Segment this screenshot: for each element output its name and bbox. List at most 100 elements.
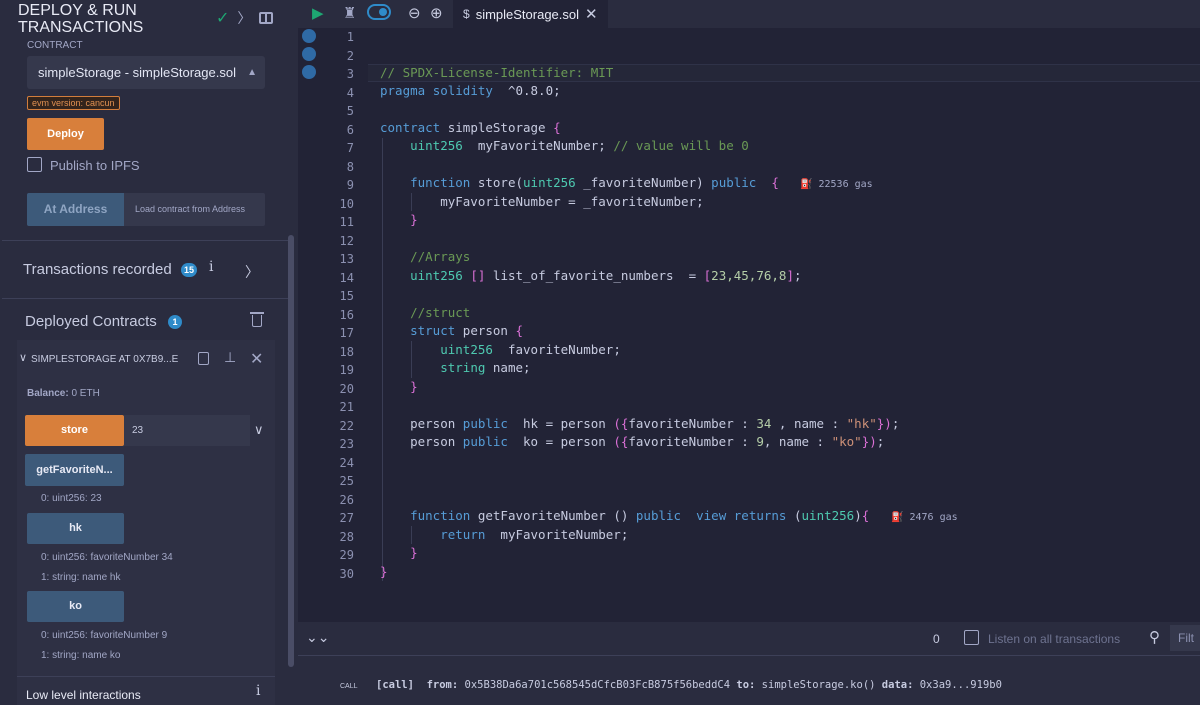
plugin-title: DEPLOY & RUN TRANSACTIONS [18, 2, 144, 36]
chevron-right-icon[interactable]: 〉 [245, 262, 259, 282]
code-line: uint256 myFavoriteNumber; // value will … [410, 138, 749, 153]
publish-ipfs-label: Publish to IPFS [50, 158, 140, 173]
function-output: 1: string: name hk [41, 572, 121, 583]
toggle-icon[interactable] [367, 4, 391, 20]
terminal-log-line[interactable]: [call] from: 0x5B38Da6a701c568545dCfcB03… [376, 679, 1002, 691]
line-number: 5 [346, 104, 354, 118]
code-line: string name; [440, 360, 531, 375]
search-icon[interactable]: ⚲ [1149, 628, 1160, 646]
listen-label: Listen on all transactions [988, 632, 1121, 646]
breakpoint-marker[interactable] [302, 47, 316, 61]
line-number: 6 [346, 122, 354, 137]
line-number: 30 [339, 566, 354, 581]
line-number: 4 [346, 85, 354, 100]
chevron-right-icon[interactable]: 〉 [237, 8, 251, 28]
panel-toggle-icon[interactable] [259, 12, 274, 24]
transactions-recorded-label[interactable]: Transactions recorded [23, 261, 172, 278]
scrollbar[interactable] [288, 235, 294, 667]
line-number: 16 [339, 307, 354, 322]
info-icon[interactable]: i [209, 259, 213, 275]
robot-icon[interactable]: ♜ [343, 4, 356, 22]
at-address-group: At Address Load contract from Address [27, 193, 265, 226]
code-line: // SPDX-License-Identifier: MIT [380, 65, 614, 80]
run-icon[interactable]: ▶ [312, 4, 324, 22]
filter-input[interactable]: Filt [1170, 625, 1200, 651]
code-editor[interactable]: 1 2 3 4 5 6 7 8 9 10 11 12 13 14 15 16 17 18 19 20 21 22 23 24 2… [298, 28, 1200, 622]
hk-button[interactable]: hk [27, 513, 124, 544]
terminal-panel: ⌄⌄ 0 Listen on all transactions ⚲ Filt C… [298, 622, 1200, 705]
divider [2, 240, 288, 241]
terminal-toolbar: ⌄⌄ 0 Listen on all transactions ⚲ Filt [298, 622, 1200, 656]
code-line: uint256 favoriteNumber; [440, 342, 621, 357]
code-line: myFavoriteNumber = _favoriteNumber; [380, 194, 704, 209]
code-line: function store(uint256 _favoriteNumber) … [410, 175, 779, 190]
line-number: 9 [346, 178, 354, 192]
store-button[interactable]: store [25, 415, 124, 446]
divider [2, 298, 288, 299]
plugin-header-icons: ✓ 〉 [216, 8, 274, 28]
instance-title[interactable]: SIMPLESTORAGE AT 0X7B9...E [31, 354, 178, 365]
code-line: //struct [410, 305, 471, 320]
tab-simple-storage[interactable]: $ simpleStorage.sol ✕ [453, 0, 608, 28]
line-number: 22 [339, 418, 354, 433]
code-line: } [380, 564, 388, 579]
pin-icon[interactable]: ⊥ [224, 349, 236, 366]
code-line: pragma solidity ^0.8.0; [380, 83, 561, 98]
select-arrows-icon: ▲ [247, 67, 257, 78]
editor-toolbar: ▶ ♜ ⊖ ⊕ $ simpleStorage.sol ✕ [298, 0, 1200, 28]
line-number: 2 [346, 48, 354, 63]
gas-estimate-get: ⛽ 2476 gas [891, 512, 958, 523]
code-line: contract simpleStorage { [380, 120, 561, 135]
chevron-down-icon[interactable]: ∨ [254, 422, 264, 438]
at-address-button[interactable]: At Address [27, 193, 124, 226]
function-output: 0: uint256: 23 [41, 493, 102, 504]
code-line: //Arrays [410, 249, 471, 264]
line-number: 7 [346, 141, 354, 155]
line-number: 13 [339, 252, 354, 266]
load-contract-input[interactable]: Load contract from Address [135, 193, 245, 226]
line-number: 24 [339, 455, 354, 470]
deploy-button[interactable]: Deploy [27, 118, 104, 150]
line-number: 1 [346, 30, 354, 44]
chevron-down-icon[interactable]: ∨ [19, 351, 27, 364]
solidity-icon: $ [463, 7, 470, 21]
store-input[interactable]: 23 [124, 415, 250, 446]
line-number: 26 [339, 492, 354, 507]
line-number: 3 [346, 67, 354, 81]
balance-row: Balance: 0 ETH [27, 388, 100, 399]
get-favorite-number-button[interactable]: getFavoriteN... [25, 454, 124, 486]
breakpoint-marker[interactable] [302, 29, 316, 43]
zoom-in-icon[interactable]: ⊕ [430, 4, 443, 22]
contract-select[interactable]: simpleStorage - simpleStorage.sol ▲ [27, 56, 265, 89]
trash-icon[interactable] [250, 312, 264, 327]
code-line: } [410, 212, 418, 227]
code-line: } [410, 379, 418, 394]
info-icon[interactable]: i [256, 683, 260, 699]
check-icon: ✓ [216, 10, 230, 27]
line-number: 8 [346, 159, 354, 174]
evm-version-badge: evm version: cancun [27, 96, 120, 110]
close-icon[interactable]: ✕ [250, 349, 263, 369]
listen-checkbox[interactable] [964, 630, 979, 645]
line-number: 14 [339, 270, 354, 285]
code-line: } [410, 545, 418, 560]
double-chevron-down-icon[interactable]: ⌄⌄ [306, 629, 329, 646]
zoom-out-icon[interactable]: ⊖ [408, 4, 421, 22]
line-number: 18 [339, 344, 354, 359]
publish-ipfs-checkbox[interactable] [27, 157, 42, 172]
code-line: struct person { [410, 323, 524, 338]
line-number: 11 [339, 215, 354, 229]
divider [17, 676, 275, 677]
ko-button[interactable]: ko [27, 591, 124, 622]
breakpoint-marker[interactable] [302, 65, 316, 79]
line-number: 19 [339, 363, 354, 377]
gas-estimate-store: ⛽ 22536 gas [800, 179, 873, 190]
code-line: return myFavoriteNumber; [440, 527, 629, 542]
copy-icon[interactable] [198, 352, 209, 365]
code-line: person public hk = person ({favoriteNumb… [380, 416, 900, 431]
function-output: 0: uint256: favoriteNumber 9 [41, 630, 168, 641]
close-icon[interactable]: ✕ [585, 5, 598, 23]
contract-label: CONTRACT [27, 40, 83, 51]
deployed-instance: ∨ SIMPLESTORAGE AT 0X7B9...E ⊥ ✕ Balance… [17, 340, 275, 705]
pending-count: 0 [933, 632, 940, 646]
